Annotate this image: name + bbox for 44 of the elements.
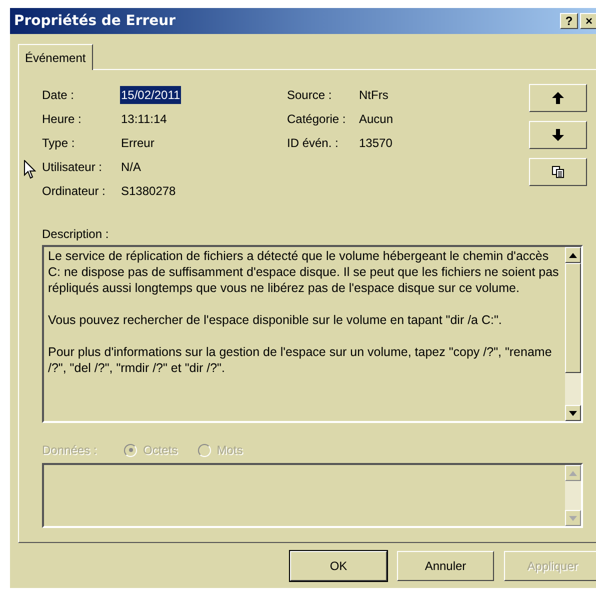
description-text: Le service de réplication de fichiers a détecté que le volume hébergeant le chemin d'accès C: ne dispose pas de suffisamment d'espace disque. Il se peut que les fichiers ne soient pas répliqués aussi longtemps que vous ne libérez pas de l'espace disque sur ce volume.: [48, 248, 560, 296]
window-title: Propriétés de Erreur: [14, 12, 176, 30]
up-arrow-icon: [569, 470, 577, 476]
field-value: 15/02/2011: [120, 86, 182, 104]
help-button[interactable]: ?: [560, 13, 578, 29]
field-label: Utilisateur :: [42, 159, 104, 176]
field-value: N/A: [120, 159, 142, 176]
down-arrow-icon: [569, 410, 577, 416]
scroll-up-button[interactable]: [565, 247, 581, 263]
tab[interactable]: Événement: [18, 44, 93, 70]
field-value: 13570: [359, 135, 392, 152]
field-value: 13:11:14: [120, 111, 168, 128]
field-value: Erreur: [120, 135, 156, 152]
field-label: ID évén. :: [287, 135, 340, 152]
field-label: Source :: [287, 87, 333, 104]
data-box[interactable]: [42, 463, 583, 528]
down-button[interactable]: [529, 121, 587, 149]
down-arrow-icon: [569, 516, 577, 520]
description-text: Vous pouvez rechercher de l'espace disponible sur le volume en tapant "dir /a C:".: [48, 312, 503, 328]
copy-button[interactable]: [529, 158, 587, 186]
down-arrow-icon: [552, 129, 564, 141]
field-label: Ordinateur :: [42, 183, 106, 200]
field-value: NtFrs: [359, 87, 388, 104]
dialog-button[interactable]: OK: [290, 551, 387, 581]
scrollbar[interactable]: [565, 247, 581, 421]
up-arrow-icon: [552, 92, 564, 104]
field-label: Heure :: [42, 111, 82, 128]
field-label: Catégorie :: [287, 111, 347, 128]
description-box[interactable]: [42, 245, 583, 423]
dialog-button[interactable]: Annuler: [397, 551, 494, 581]
field-value: Aucun: [359, 111, 394, 128]
data-label: Données :: [42, 442, 98, 459]
mouse-pointer-icon: [24, 160, 36, 179]
copy-icon: [552, 166, 564, 178]
field-label: Type :: [42, 135, 76, 152]
up-arrow-icon: [569, 252, 577, 258]
description-label: Description :: [42, 227, 109, 241]
field-label: Date :: [42, 87, 76, 104]
field-value: S1380278: [120, 183, 177, 200]
scroll-thumb[interactable]: [565, 263, 581, 373]
close-button[interactable]: ×: [580, 13, 596, 29]
up-button[interactable]: [529, 84, 587, 112]
scroll-down-button[interactable]: [565, 405, 581, 421]
description-text: Pour plus d'informations sur la gestion de l'espace sur un volume, tapez "copy /?", "rename /?", "del /?", "rmdir /?" et "dir /?".: [48, 344, 553, 376]
